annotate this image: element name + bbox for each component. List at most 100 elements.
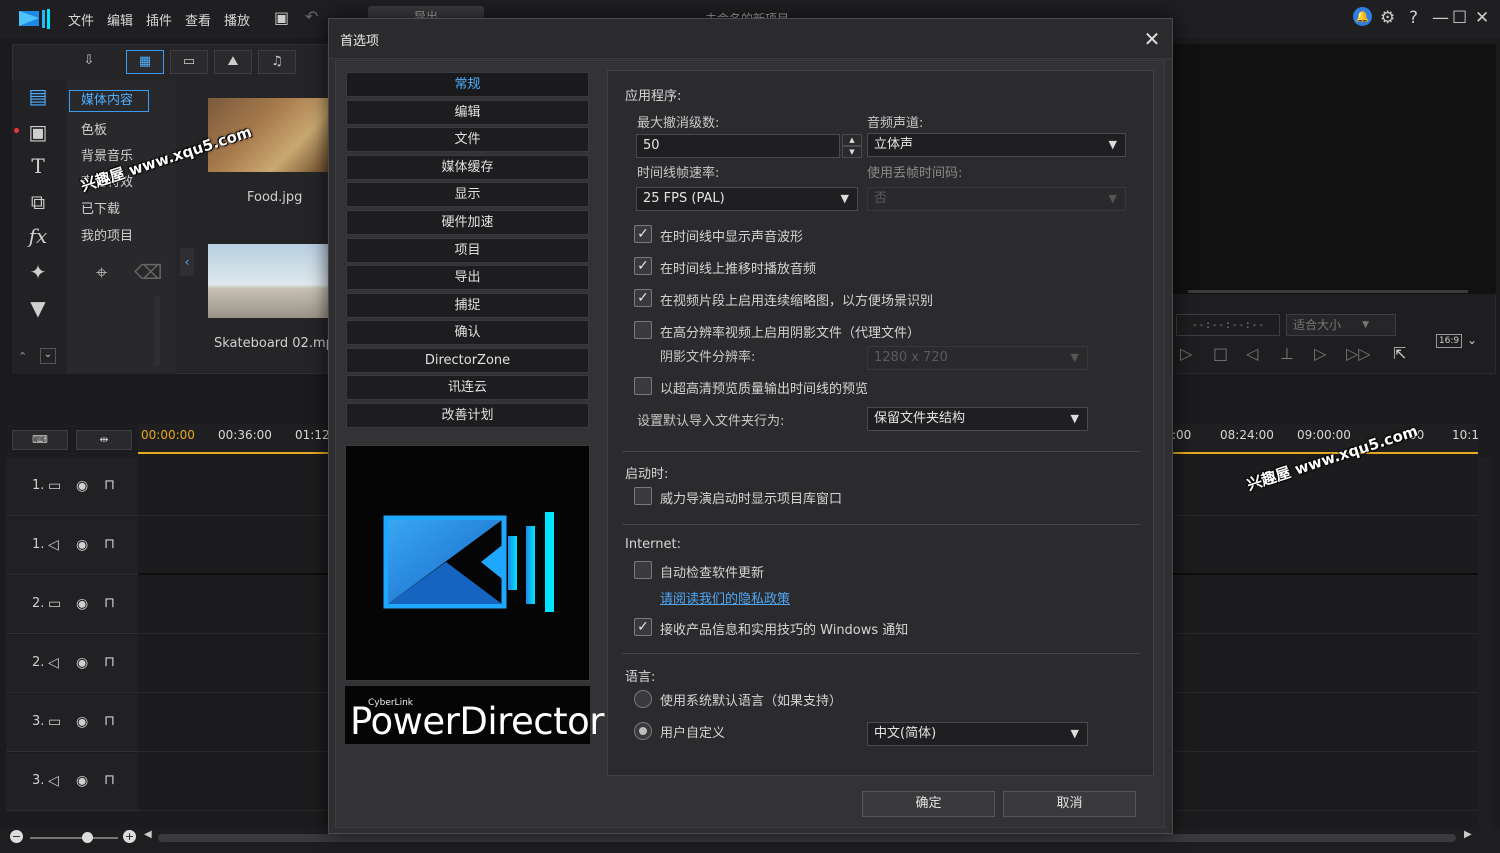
eye-icon[interactable]: ◉ bbox=[76, 714, 88, 730]
lock-icon[interactable]: ⊓ bbox=[104, 713, 115, 729]
timeline-vertical-scrollbar[interactable] bbox=[1478, 458, 1492, 828]
menu-play[interactable]: 播放 bbox=[224, 10, 250, 29]
continuous-thumbnails-checkbox[interactable]: ✓ bbox=[634, 289, 652, 307]
library-item-media[interactable]: 媒体内容 bbox=[69, 90, 149, 112]
dialog-close-icon[interactable]: ✕ bbox=[1141, 28, 1163, 50]
eye-icon[interactable]: ◉ bbox=[76, 773, 88, 789]
menu-file[interactable]: 文件 bbox=[68, 10, 94, 29]
max-undo-input[interactable]: 50 bbox=[636, 134, 840, 158]
menu-plugins[interactable]: 插件 bbox=[146, 10, 172, 29]
notification-icon[interactable]: 🔔 bbox=[1353, 7, 1372, 26]
filter-all-media-icon[interactable]: ▦ bbox=[126, 50, 164, 74]
aspect-ratio-badge[interactable]: 16:9 bbox=[1436, 334, 1462, 348]
receive-info-checkbox[interactable]: ✓ bbox=[634, 618, 652, 636]
collapse-library-icon[interactable]: ‹ bbox=[180, 248, 194, 276]
auto-update-checkbox[interactable] bbox=[634, 561, 652, 579]
title-room-icon[interactable]: T bbox=[24, 154, 52, 178]
zoom-out-icon[interactable]: − bbox=[10, 830, 23, 843]
eye-icon[interactable]: ◉ bbox=[76, 537, 88, 553]
eye-icon[interactable]: ◉ bbox=[76, 596, 88, 612]
library-scrollbar[interactable] bbox=[154, 296, 160, 366]
language-select[interactable]: 中文(简体) ▼ bbox=[867, 722, 1088, 746]
lock-icon[interactable]: ⊓ bbox=[104, 654, 115, 670]
show-waveform-checkbox[interactable]: ✓ bbox=[634, 225, 652, 243]
zoom-slider-handle[interactable] bbox=[82, 832, 93, 843]
nav-project[interactable]: 项目 bbox=[346, 238, 589, 263]
timeline-fps-select[interactable]: 25 FPS (PAL) ▼ bbox=[636, 187, 858, 211]
privacy-policy-link[interactable]: 请阅读我们的隐私政策 bbox=[660, 588, 790, 607]
custom-language-radio[interactable] bbox=[634, 722, 652, 740]
menu-edit[interactable]: 编辑 bbox=[107, 10, 133, 29]
nav-media-cache[interactable]: 媒体缓存 bbox=[346, 155, 589, 180]
nav-hardware-acceleration[interactable]: 硬件加速 bbox=[346, 210, 589, 235]
hq-preview-checkbox[interactable] bbox=[634, 377, 652, 395]
pip-room-icon[interactable]: ✦ bbox=[24, 260, 52, 284]
default-import-select[interactable]: 保留文件夹结构 ▼ bbox=[867, 407, 1088, 431]
collapse-down-icon[interactable]: ⌄ bbox=[40, 348, 56, 364]
remove-tag-icon[interactable]: ⌫ bbox=[134, 260, 162, 284]
filter-video-icon[interactable]: ▭ bbox=[170, 50, 208, 74]
scroll-left-icon[interactable]: ◀ bbox=[144, 829, 152, 840]
spin-up-icon[interactable]: ▲ bbox=[842, 134, 862, 146]
nav-capture[interactable]: 捕捉 bbox=[346, 293, 589, 318]
import-media-icon[interactable]: ⇩ bbox=[70, 50, 108, 74]
drop-frame-select[interactable]: 否 ▼ bbox=[867, 187, 1126, 211]
library-item-my-projects[interactable]: 我的项目 bbox=[81, 225, 133, 244]
transition-room-icon[interactable]: ⧉ bbox=[24, 190, 52, 214]
help-icon[interactable]: ? bbox=[1409, 8, 1418, 28]
lock-icon[interactable]: ⊓ bbox=[104, 772, 115, 788]
audio-channel-select[interactable]: 立体声 ▼ bbox=[867, 133, 1126, 157]
collapse-up-icon[interactable]: ⌃ bbox=[18, 350, 27, 363]
nav-confirmation[interactable]: 确认 bbox=[346, 320, 589, 345]
spin-down-icon[interactable]: ▼ bbox=[842, 146, 862, 158]
lock-icon[interactable]: ⊓ bbox=[104, 536, 115, 552]
stop-icon[interactable]: □ bbox=[1213, 344, 1228, 363]
undo-icon[interactable]: ↶ bbox=[305, 7, 318, 26]
nav-directorzone[interactable]: DirectorZone bbox=[346, 348, 589, 373]
eye-icon[interactable]: ◉ bbox=[76, 655, 88, 671]
ok-button[interactable]: 确定 bbox=[862, 791, 995, 817]
timeline-horizontal-scrollbar[interactable] bbox=[158, 834, 1456, 842]
save-icon[interactable]: ▣ bbox=[274, 8, 289, 27]
next-frame-icon[interactable]: ▷ bbox=[1314, 344, 1326, 363]
show-library-checkbox[interactable] bbox=[634, 487, 652, 505]
effect-room-icon[interactable]: fx bbox=[24, 224, 52, 248]
lock-icon[interactable]: ⊓ bbox=[104, 595, 115, 611]
eye-icon[interactable]: ◉ bbox=[76, 478, 88, 494]
chevron-down-icon[interactable]: ⌄ bbox=[1467, 333, 1477, 347]
dialog-titlebar[interactable] bbox=[329, 19, 1172, 59]
cancel-button[interactable]: 取消 bbox=[1003, 791, 1136, 817]
media-thumbnail-skateboard[interactable] bbox=[208, 244, 328, 318]
library-item-downloaded[interactable]: 已下载 bbox=[81, 198, 120, 217]
fit-size-select[interactable]: 适合大小 ▼ bbox=[1286, 314, 1396, 336]
app-logo-icon[interactable] bbox=[18, 8, 52, 30]
nav-file[interactable]: 文件 bbox=[346, 127, 589, 152]
system-language-radio[interactable] bbox=[634, 690, 652, 708]
zoom-slider[interactable] bbox=[30, 837, 118, 839]
shadow-resolution-select[interactable]: 1280 x 720 ▼ bbox=[867, 346, 1088, 370]
previous-frame-icon[interactable]: ◁ bbox=[1246, 344, 1258, 363]
nav-general[interactable]: 常规 bbox=[346, 72, 589, 97]
close-window-icon[interactable]: ✕ bbox=[1475, 8, 1489, 28]
nav-display[interactable]: 显示 bbox=[346, 182, 589, 207]
library-item-color-board[interactable]: 色板 bbox=[81, 119, 107, 138]
menu-view[interactable]: 查看 bbox=[185, 10, 211, 29]
timeline-view-button[interactable]: ⌨ bbox=[12, 430, 68, 450]
particle-room-icon[interactable]: ▼ bbox=[24, 296, 52, 320]
nav-export[interactable]: 导出 bbox=[346, 265, 589, 290]
template-room-icon[interactable]: ▣ bbox=[24, 120, 52, 144]
nav-cyberlink-cloud[interactable]: 讯连云 bbox=[346, 375, 589, 400]
undock-icon[interactable]: ⇱ bbox=[1393, 344, 1406, 363]
maximize-icon[interactable]: ☐ bbox=[1452, 8, 1467, 28]
scroll-right-icon[interactable]: ▶ bbox=[1464, 829, 1472, 840]
nav-editing[interactable]: 编辑 bbox=[346, 100, 589, 125]
timeline-fit-button[interactable]: ⇹ bbox=[76, 430, 132, 450]
snapshot-icon[interactable]: ⊥ bbox=[1280, 344, 1294, 363]
play-icon[interactable]: ▷ bbox=[1180, 344, 1192, 363]
lock-icon[interactable]: ⊓ bbox=[104, 477, 115, 493]
preview-scrubber[interactable] bbox=[1188, 290, 1468, 293]
filter-image-icon[interactable]: ⛰ bbox=[214, 50, 252, 74]
media-room-icon[interactable]: ▤ bbox=[24, 84, 52, 108]
filter-audio-icon[interactable]: ♫ bbox=[258, 50, 296, 74]
scrub-audio-checkbox[interactable]: ✓ bbox=[634, 257, 652, 275]
